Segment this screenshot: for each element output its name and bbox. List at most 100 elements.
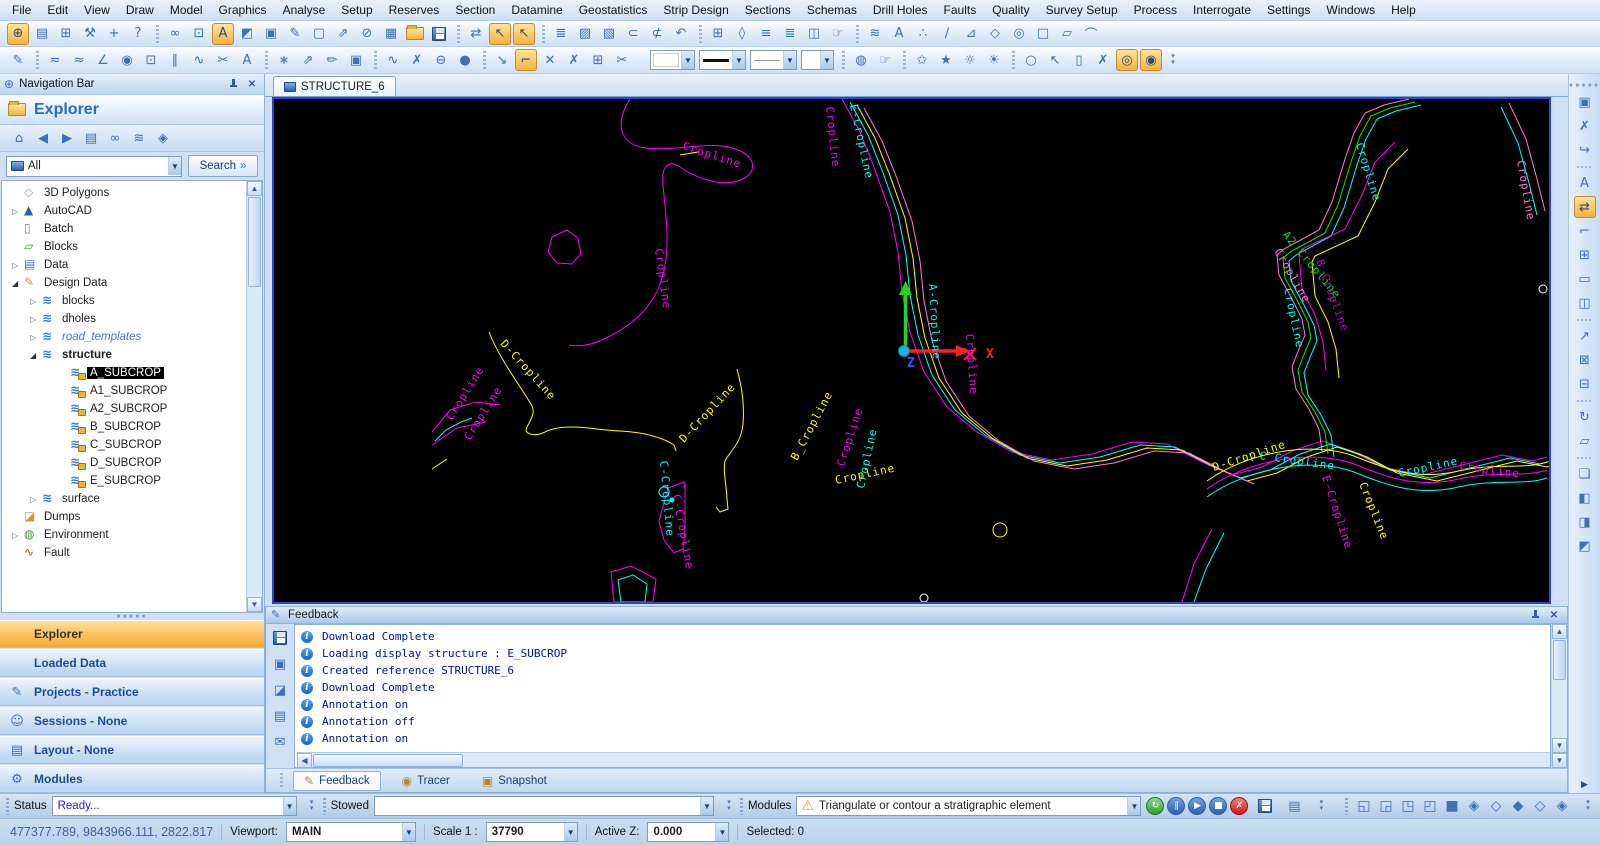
erase-style-icon[interactable]: ◫ xyxy=(803,23,825,45)
promote-window-icon[interactable]: ↗ xyxy=(1574,319,1596,347)
tile-vertical-icon[interactable]: ◨ xyxy=(1574,511,1596,533)
tree-expander-icon[interactable] xyxy=(12,279,24,288)
format-annotation-icon[interactable]: A xyxy=(212,22,234,45)
link-views-icon[interactable]: ⇄ xyxy=(1573,196,1596,218)
new-page-icon[interactable]: ▯ xyxy=(1068,49,1090,71)
fill-style-icon[interactable]: ◊ xyxy=(731,23,753,45)
view-iso-sw-icon[interactable]: ◇ xyxy=(1529,796,1551,816)
menu-item[interactable]: Reserves xyxy=(381,1,448,19)
break-string-icon[interactable]: ✂ xyxy=(212,49,234,71)
accordion-section[interactable]: Explorer xyxy=(0,620,264,648)
tree-scrollbar[interactable]: ▲ ▼ xyxy=(246,181,262,612)
save-log-icon[interactable] xyxy=(270,628,290,648)
tree-item[interactable]: Dumps xyxy=(2,508,246,526)
feedback-vscrollbar[interactable]: ▲ ▼ ▼ xyxy=(1551,624,1567,768)
feedback-message-list[interactable]: i Download Complete i Loading display st… xyxy=(294,624,1551,768)
copy-log-icon[interactable]: ▣ xyxy=(270,654,290,674)
menu-item[interactable]: Survey Setup xyxy=(1038,1,1126,19)
feedback-tab[interactable]: ✎ Feedback xyxy=(293,770,381,791)
chevron-down-icon[interactable]: ▼ xyxy=(401,823,415,841)
customise-tools-icon[interactable]: ⚒ xyxy=(79,23,101,45)
menu-item[interactable]: Faults xyxy=(936,1,985,19)
lock-rotation-icon[interactable]: ⊘ xyxy=(356,23,378,45)
scroll-down-icon[interactable]: ▼ xyxy=(1552,753,1567,768)
cross-point-icon[interactable]: ✗ xyxy=(406,49,428,71)
accordion-section[interactable]: ✎ Projects - Practice xyxy=(0,678,264,706)
viewport-combo[interactable]: MAIN ▼ xyxy=(285,822,416,842)
tab-bar-grip[interactable] xyxy=(280,772,283,789)
edit-string-icon[interactable]: ≂ xyxy=(36,49,66,71)
new-point-icon[interactable]: ✏ xyxy=(321,49,343,71)
annotate-window-icon[interactable]: A xyxy=(1574,166,1596,194)
angle-point-icon[interactable]: ∠ xyxy=(92,49,114,71)
snap-line-icon[interactable]: ✕ xyxy=(539,49,561,71)
delete-selection-icon[interactable]: ✗ xyxy=(1092,49,1114,71)
report-button[interactable]: ▤ xyxy=(1283,795,1305,817)
tree-item[interactable]: Batch xyxy=(2,220,246,238)
tree-item[interactable]: Fault xyxy=(2,544,246,562)
menu-item[interactable]: Settings xyxy=(1259,1,1318,19)
select-mode-icon[interactable]: ↖ xyxy=(489,22,511,45)
accordion-section[interactable]: Loaded Data xyxy=(0,649,264,677)
toolbar-overflow-button[interactable]: ▾ ▾ xyxy=(723,796,735,816)
tree-item[interactable]: × E_SUBCROP xyxy=(2,472,246,490)
save-session-button[interactable] xyxy=(1254,795,1276,817)
tree-item[interactable]: Blocks xyxy=(2,238,246,256)
highlight-icon[interactable]: ◩ xyxy=(236,23,258,45)
text-annotation-icon[interactable]: A xyxy=(888,23,910,45)
tree-item[interactable]: Data xyxy=(2,256,246,274)
line-style-combo[interactable]: ▼ xyxy=(699,50,746,70)
snap-grid-icon[interactable]: ⊞ xyxy=(587,49,609,71)
menu-item[interactable]: Graphics xyxy=(211,1,275,19)
pointer-select-icon[interactable]: ↖ xyxy=(1044,49,1066,71)
tree-item[interactable]: AutoCAD xyxy=(2,202,246,220)
save-image-icon[interactable] xyxy=(428,23,450,45)
cascade-layers-icon[interactable]: ❏ xyxy=(1574,457,1596,485)
snap-clip-icon[interactable]: ✂ xyxy=(611,49,633,71)
orbit-light-icon[interactable]: ◍ xyxy=(842,49,872,71)
tree-expander-icon[interactable] xyxy=(12,261,24,270)
view-3d-icon[interactable]: ◈ xyxy=(1551,796,1573,816)
cascade-windows-icon[interactable]: ◩ xyxy=(1574,535,1596,557)
scrollbar-thumb[interactable] xyxy=(1553,640,1566,680)
menu-item[interactable]: Edit xyxy=(39,1,76,19)
smooth-string-icon[interactable]: ≈ xyxy=(68,49,90,71)
add-to-display-icon[interactable]: + xyxy=(103,23,125,45)
close-window-icon[interactable]: ✗ xyxy=(1574,115,1596,137)
edit-display-icon[interactable]: ✎ xyxy=(284,23,306,45)
view-plan-icon[interactable]: ◱ xyxy=(1353,796,1375,816)
tree-expander-icon[interactable] xyxy=(12,207,24,216)
chevron-down-icon[interactable]: ▼ xyxy=(732,51,745,69)
close-panel-icon[interactable]: ✕ xyxy=(244,77,260,92)
line-weight-combo[interactable]: ▼ xyxy=(750,50,797,70)
tree-item[interactable]: dholes xyxy=(2,310,246,328)
toolbar-grip[interactable] xyxy=(322,797,326,815)
arc-tool-icon[interactable]: ⌒ xyxy=(1080,23,1102,45)
measure-window-icon[interactable]: ⌐ xyxy=(1574,220,1596,242)
toggle-nodes-icon[interactable]: ◉ xyxy=(1140,49,1162,71)
search-filter-combo[interactable]: All ▼ xyxy=(6,155,182,177)
bright-ambient-light-icon[interactable]: ★ xyxy=(935,49,957,71)
help-icon[interactable]: ? xyxy=(127,23,149,45)
dim-spot-light-icon[interactable]: ☼ xyxy=(959,49,981,71)
copy-display-icon[interactable]: ⊞ xyxy=(55,23,77,45)
z-profile-icon[interactable]: ∿ xyxy=(374,49,404,71)
chevron-down-icon[interactable]: ▼ xyxy=(282,797,296,815)
image-display-icon[interactable]: ▣ xyxy=(260,23,282,45)
line-style-icon[interactable]: ≡ xyxy=(755,23,777,45)
find-data-icon[interactable]: ◈ xyxy=(152,127,174,149)
view-iso-nw-icon[interactable]: ◇ xyxy=(1485,796,1507,816)
feedback-tab[interactable]: ◉ Tracer xyxy=(391,771,461,791)
regenerate-image-icon[interactable]: ↻ xyxy=(1574,400,1596,428)
box-select-icon[interactable]: ⊡ xyxy=(140,49,162,71)
menu-item[interactable]: Draw xyxy=(118,1,162,19)
scale-combo[interactable]: 37790 ▼ xyxy=(485,822,578,842)
view-iso-ne-icon[interactable]: ◈ xyxy=(1463,796,1485,816)
tree-item[interactable]: × A1_SUBCROP xyxy=(2,382,246,400)
panel-splitter[interactable]: ●●●●● xyxy=(0,613,264,620)
tree-item[interactable]: Environment xyxy=(2,526,246,544)
chevron-down-icon[interactable]: ▼ xyxy=(563,823,577,841)
scrollbar-thumb[interactable] xyxy=(248,197,261,287)
rotate-3d-icon[interactable]: ⇗ xyxy=(332,23,354,45)
tree-item[interactable]: × A_SUBCROP xyxy=(2,364,246,382)
